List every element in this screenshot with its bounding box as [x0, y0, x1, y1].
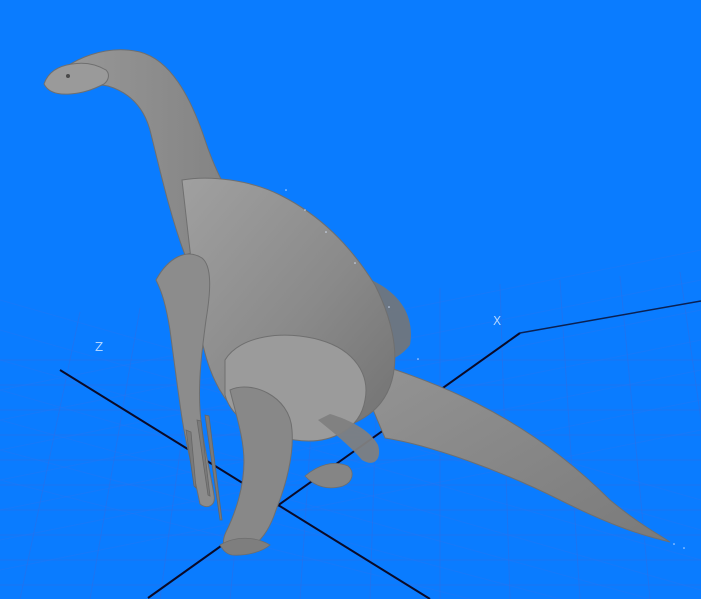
3d-viewport[interactable]: X Z: [0, 0, 701, 599]
dinosaur-model[interactable]: [43, 49, 671, 556]
eye-icon: [66, 74, 70, 78]
viewport-scene: [0, 49, 701, 599]
head[interactable]: [43, 62, 109, 95]
tail[interactable]: [349, 354, 671, 543]
rear-foot-right[interactable]: [304, 463, 353, 489]
